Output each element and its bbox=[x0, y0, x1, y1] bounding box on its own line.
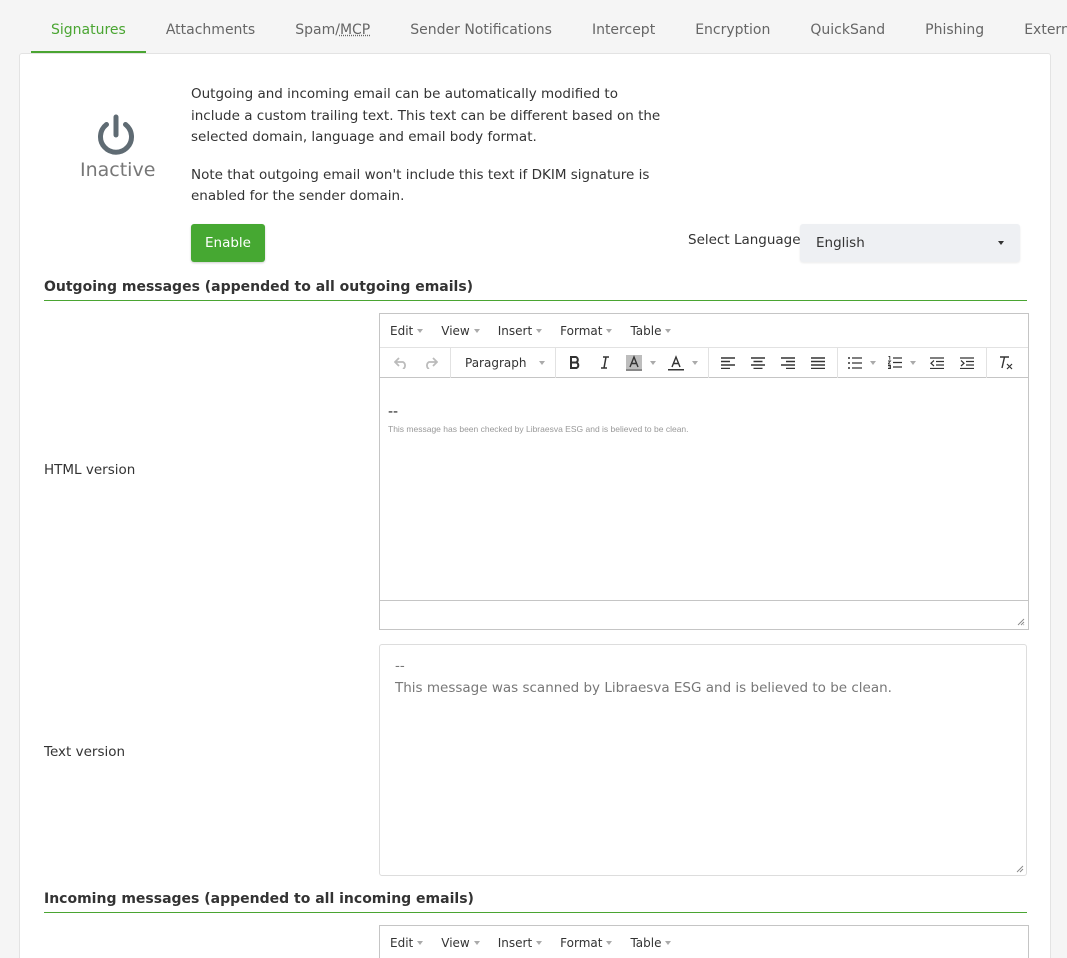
chevron-down-icon bbox=[998, 241, 1004, 245]
chevron-down-icon bbox=[692, 360, 698, 365]
toolbar-divider bbox=[986, 347, 987, 378]
chevron-down-icon bbox=[910, 360, 916, 365]
undo-icon[interactable] bbox=[386, 350, 416, 376]
toolbar-divider bbox=[555, 347, 556, 378]
description-dkim-note: Note that outgoing email won't include t… bbox=[191, 166, 650, 205]
tab-sender-notifications[interactable]: Sender Notifications bbox=[390, 8, 572, 53]
block-format-dropdown[interactable]: Paragraph bbox=[455, 356, 551, 370]
signature-separator: -- bbox=[388, 404, 399, 420]
chevron-down-icon bbox=[473, 328, 480, 333]
menu-view-label: View bbox=[441, 323, 470, 338]
text-separator: -- bbox=[395, 658, 405, 674]
tab-spam-mcp[interactable]: Spam/MCP bbox=[275, 8, 390, 53]
language-select[interactable]: English bbox=[800, 224, 1020, 262]
bullet-list-icon[interactable] bbox=[842, 356, 882, 369]
chevron-down-icon bbox=[665, 940, 672, 945]
language-value: English bbox=[816, 235, 865, 251]
resize-handle-icon[interactable] bbox=[1016, 865, 1024, 873]
text-version-label: Text version bbox=[44, 744, 126, 760]
justify-icon[interactable] bbox=[803, 350, 833, 376]
toolbar-divider bbox=[450, 347, 451, 378]
redo-icon[interactable] bbox=[416, 350, 446, 376]
signature-plain-text: This message was scanned by Libraesva ES… bbox=[395, 680, 892, 696]
tab-bar: Signatures Attachments Spam/MCP Sender N… bbox=[31, 8, 1067, 54]
menu-format[interactable]: Format bbox=[554, 936, 620, 950]
tab-mcp-abbr: MCP bbox=[339, 22, 371, 38]
menu-insert[interactable]: Insert bbox=[492, 936, 550, 950]
menu-table[interactable]: Table bbox=[624, 324, 679, 338]
numbered-list-icon[interactable] bbox=[882, 356, 922, 369]
menu-format-label: Format bbox=[560, 323, 603, 338]
bold-icon[interactable] bbox=[560, 350, 590, 376]
background-color-icon[interactable] bbox=[620, 354, 662, 371]
editor-menubar: Edit View Insert Format Table bbox=[380, 314, 1028, 348]
enable-button[interactable]: Enable bbox=[191, 224, 265, 262]
align-right-icon[interactable] bbox=[773, 350, 803, 376]
tab-attachments[interactable]: Attachments bbox=[146, 8, 275, 53]
chevron-down-icon bbox=[606, 328, 613, 333]
chevron-down-icon bbox=[650, 360, 656, 365]
language-label: Select Language bbox=[688, 232, 801, 248]
status-label: Inactive bbox=[80, 159, 156, 181]
outgoing-html-editor[interactable]: Edit View Insert Format Table Paragraph bbox=[379, 313, 1029, 630]
align-left-icon[interactable] bbox=[713, 350, 743, 376]
tab-spam-label: Spam/ bbox=[295, 22, 340, 38]
menu-edit-label: Edit bbox=[390, 935, 414, 950]
menu-insert-label: Insert bbox=[497, 323, 533, 338]
editor-statusbar bbox=[380, 600, 1028, 629]
resize-handle-icon[interactable] bbox=[1017, 618, 1025, 626]
menu-edit[interactable]: Edit bbox=[384, 936, 431, 950]
text-color-icon[interactable] bbox=[662, 354, 704, 371]
incoming-section-title: Incoming messages (appended to all incom… bbox=[44, 891, 1027, 913]
block-format-label: Paragraph bbox=[465, 355, 527, 370]
description-intro: Outgoing and incoming email can be autom… bbox=[191, 86, 661, 145]
menu-view-label: View bbox=[441, 935, 470, 950]
toolbar-divider bbox=[708, 347, 709, 378]
outgoing-section-title: Outgoing messages (appended to all outgo… bbox=[44, 279, 1027, 301]
chevron-down-icon bbox=[536, 328, 543, 333]
chevron-down-icon bbox=[536, 940, 543, 945]
tab-encryption[interactable]: Encryption bbox=[675, 8, 790, 53]
menu-table-label: Table bbox=[630, 935, 662, 950]
indent-icon[interactable] bbox=[952, 350, 982, 376]
chevron-down-icon bbox=[870, 360, 876, 365]
html-version-label: HTML version bbox=[44, 462, 136, 478]
menu-table[interactable]: Table bbox=[624, 936, 679, 950]
menu-format[interactable]: Format bbox=[554, 324, 620, 338]
clear-formatting-icon[interactable] bbox=[991, 350, 1021, 376]
menu-edit-label: Edit bbox=[390, 323, 414, 338]
tab-external[interactable]: External bbox=[1004, 8, 1067, 53]
editor-menubar: Edit View Insert Format Table bbox=[380, 926, 1028, 958]
tab-phishing[interactable]: Phishing bbox=[905, 8, 1004, 53]
editor-content-area[interactable]: -- This message has been checked by Libr… bbox=[380, 378, 1028, 600]
tab-signatures[interactable]: Signatures bbox=[31, 8, 146, 53]
menu-view[interactable]: View bbox=[435, 936, 487, 950]
incoming-html-editor[interactable]: Edit View Insert Format Table bbox=[379, 925, 1029, 958]
signature-html-text: This message has been checked by Libraes… bbox=[388, 424, 689, 434]
outgoing-text-textarea[interactable]: -- This message was scanned by Libraesva… bbox=[379, 644, 1027, 876]
tab-quicksand[interactable]: QuickSand bbox=[790, 8, 905, 53]
menu-format-label: Format bbox=[560, 935, 603, 950]
chevron-down-icon bbox=[473, 940, 480, 945]
menu-edit[interactable]: Edit bbox=[384, 324, 431, 338]
description: Outgoing and incoming email can be autom… bbox=[191, 84, 671, 208]
chevron-down-icon bbox=[417, 940, 424, 945]
tab-intercept[interactable]: Intercept bbox=[572, 8, 675, 53]
menu-table-label: Table bbox=[630, 323, 662, 338]
align-center-icon[interactable] bbox=[743, 350, 773, 376]
toolbar-divider bbox=[837, 347, 838, 378]
outdent-icon[interactable] bbox=[922, 350, 952, 376]
menu-insert[interactable]: Insert bbox=[492, 324, 550, 338]
menu-view[interactable]: View bbox=[435, 324, 487, 338]
power-icon bbox=[98, 114, 134, 155]
chevron-down-icon bbox=[417, 328, 424, 333]
signatures-panel: Inactive Outgoing and incoming email can… bbox=[19, 53, 1051, 958]
chevron-down-icon bbox=[606, 940, 613, 945]
italic-icon[interactable] bbox=[590, 350, 620, 376]
chevron-down-icon bbox=[539, 360, 545, 365]
menu-insert-label: Insert bbox=[497, 935, 533, 950]
editor-toolbar: Paragraph bbox=[380, 347, 1028, 378]
chevron-down-icon bbox=[665, 328, 672, 333]
